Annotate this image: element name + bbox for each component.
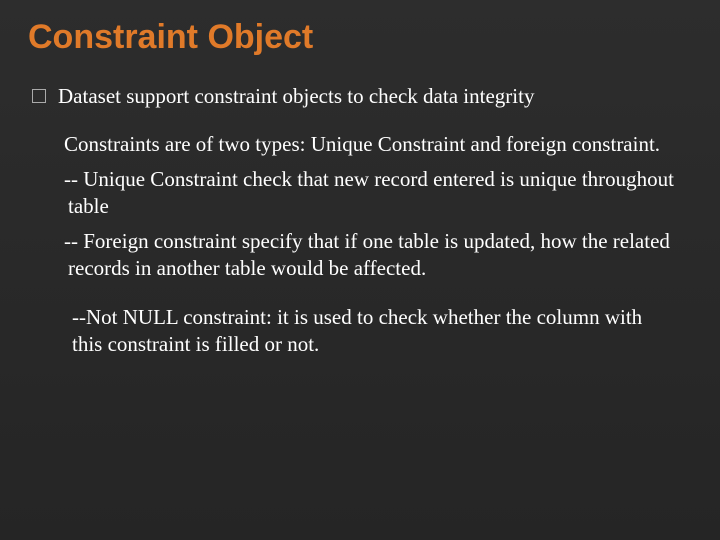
paragraph-intro: Constraints are of two types: Unique Con… <box>64 131 688 158</box>
paragraph-notnull: --Not NULL constraint: it is used to che… <box>72 304 662 358</box>
bullet-item: Dataset support constraint objects to ch… <box>32 83 692 109</box>
square-bullet-icon <box>32 89 46 103</box>
bullet-text: Dataset support constraint objects to ch… <box>58 83 534 109</box>
slide-title: Constraint Object <box>28 18 692 57</box>
paragraph-unique: -- Unique Constraint check that new reco… <box>64 166 688 220</box>
slide: Constraint Object Dataset support constr… <box>0 0 720 540</box>
paragraph-foreign: -- Foreign constraint specify that if on… <box>64 228 688 282</box>
